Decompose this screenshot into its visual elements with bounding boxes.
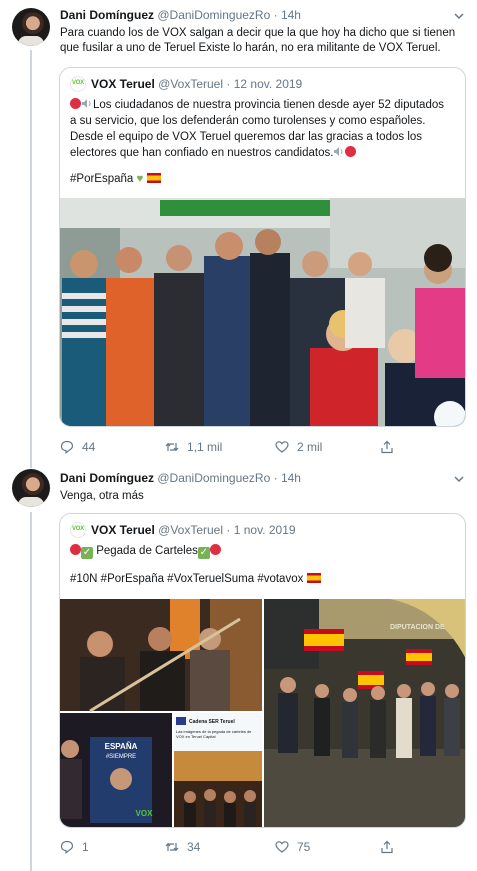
- tweet[interactable]: Dani Domínguez @DaniDominguezRo · 14h Ve…: [0, 462, 477, 871]
- quote-header: VOX VOX Teruel @VoxTeruel · 12 nov. 2019: [70, 76, 302, 92]
- hashtag-link[interactable]: #PorEspaña: [70, 173, 133, 185]
- red-circle-icon: [345, 146, 357, 157]
- chevron-down-icon[interactable]: [453, 473, 465, 485]
- quote-avatar: VOX: [70, 522, 86, 538]
- reply-count: 1: [82, 840, 89, 854]
- thread-line: [30, 462, 32, 468]
- reply-icon: [60, 840, 74, 854]
- quote-date: 1 nov. 2019: [233, 523, 296, 537]
- avatar[interactable]: [12, 8, 50, 46]
- heart-icon: [275, 841, 289, 853]
- photo-bottom-left: ESPAÑA #SIEMPRE VOX: [60, 713, 172, 827]
- red-circle-icon: [209, 544, 221, 555]
- author-name[interactable]: Dani Domínguez: [60, 8, 154, 22]
- thread-line: [30, 512, 32, 871]
- speaker-icon: [82, 99, 91, 108]
- like-button[interactable]: 75: [275, 838, 310, 856]
- quoted-tweet[interactable]: VOX VOX Teruel @VoxTeruel · 12 nov. 2019 …: [59, 67, 466, 427]
- separator: ·: [273, 8, 278, 22]
- spain-flag-icon: [306, 573, 321, 583]
- green-heart-icon: ♥: [136, 173, 144, 185]
- tweet-header: Dani Domínguez @DaniDominguezRo · 14h: [60, 471, 465, 487]
- quote-photo[interactable]: [60, 198, 465, 426]
- svg-text:#SIEMPRE: #SIEMPRE: [106, 754, 136, 760]
- share-icon: [381, 840, 393, 854]
- speaker-icon: [334, 147, 343, 156]
- quote-text: Los ciudadanos de nuestra provincia tien…: [70, 98, 444, 159]
- red-circle-icon: [70, 544, 81, 555]
- like-count: 75: [297, 840, 311, 854]
- check-mark-icon: ✓: [81, 547, 93, 559]
- quote-hashtags-line: #10N #PorEspaña #VoxTeruelSuma #votavox: [70, 571, 453, 587]
- spain-flag-icon: [146, 173, 161, 183]
- svg-text:ESPAÑA: ESPAÑA: [105, 742, 138, 751]
- tweet-text: Para cuando los de VOX salgan a decir qu…: [60, 27, 456, 54]
- photo-grid: ESPAÑA #SIEMPRE VOX Cadena SER Teruel La…: [60, 599, 465, 827]
- thread-line: [30, 50, 32, 462]
- check-mark-icon: ✓: [197, 547, 210, 559]
- red-circle-icon: [70, 98, 81, 109]
- quote-title-line: ✓ Pegada de Carteles ✓: [70, 543, 453, 559]
- reply-count: 44: [82, 440, 96, 454]
- quote-photo-grid[interactable]: ESPAÑA #SIEMPRE VOX Cadena SER Teruel La…: [60, 599, 465, 827]
- svg-text:Cadena SER Teruel: Cadena SER Teruel: [189, 719, 235, 725]
- retweet-button[interactable]: 34: [165, 838, 200, 856]
- photo-top-left: [60, 599, 262, 713]
- share-button[interactable]: [380, 438, 394, 456]
- tweet-text: Venga, otra más: [60, 490, 144, 502]
- separator: ·: [226, 77, 231, 91]
- share-icon: [381, 440, 393, 454]
- tweet-actions: 44 1,1 mil 2 mil: [60, 438, 465, 456]
- quote-author-handle: @VoxTeruel: [158, 77, 224, 91]
- quote-author-handle: @VoxTeruel: [158, 523, 224, 537]
- quote-avatar: VOX: [70, 76, 86, 92]
- quote-author-name: VOX Teruel: [91, 77, 155, 91]
- separator: ·: [226, 523, 231, 537]
- heart-icon: [275, 441, 289, 453]
- retweet-count: 34: [187, 840, 201, 854]
- group-celebration-photo: [60, 198, 465, 426]
- timestamp[interactable]: 14h: [281, 8, 301, 22]
- tweet[interactable]: Dani Domínguez @DaniDominguezRo · 14h Pa…: [0, 0, 477, 462]
- author-handle[interactable]: @DaniDominguezRo: [157, 8, 270, 22]
- retweet-count: 1,1 mil: [187, 440, 223, 454]
- author-name[interactable]: Dani Domínguez: [60, 471, 154, 485]
- separator: ·: [273, 471, 278, 485]
- photo-right: DIPUTACION DE: [264, 599, 465, 827]
- svg-text:DIPUTACION DE: DIPUTACION DE: [390, 624, 445, 631]
- like-button[interactable]: 2 mil: [275, 438, 322, 456]
- reply-button[interactable]: 1: [60, 838, 89, 856]
- quote-date: 12 nov. 2019: [233, 77, 303, 91]
- hashtag-link[interactable]: #10N #PorEspaña #VoxTeruelSuma #votavox: [70, 573, 303, 585]
- quote-author-name: VOX Teruel: [91, 523, 155, 537]
- quote-hashtags-line: #PorEspaña ♥: [70, 171, 453, 187]
- quote-header: VOX VOX Teruel @VoxTeruel · 1 nov. 2019: [70, 522, 296, 538]
- like-count: 2 mil: [297, 440, 323, 454]
- reply-icon: [60, 440, 74, 454]
- svg-text:VOX: VOX: [136, 809, 154, 818]
- tweet-header: Dani Domínguez @DaniDominguezRo · 14h: [60, 8, 465, 24]
- share-button[interactable]: [380, 838, 394, 856]
- chevron-down-icon[interactable]: [453, 10, 465, 22]
- retweet-icon: [165, 442, 179, 452]
- avatar[interactable]: [12, 469, 50, 507]
- retweet-icon: [165, 842, 179, 852]
- tweet-actions: 1 34 75: [60, 838, 465, 856]
- reply-button[interactable]: 44: [60, 438, 95, 456]
- photo-bottom-middle: Cadena SER Teruel Las imágenes de la peg…: [174, 713, 262, 827]
- timestamp[interactable]: 14h: [281, 471, 301, 485]
- author-handle[interactable]: @DaniDominguezRo: [157, 471, 270, 485]
- quoted-tweet[interactable]: VOX VOX Teruel @VoxTeruel · 1 nov. 2019 ✓…: [59, 513, 466, 828]
- retweet-button[interactable]: 1,1 mil: [165, 438, 222, 456]
